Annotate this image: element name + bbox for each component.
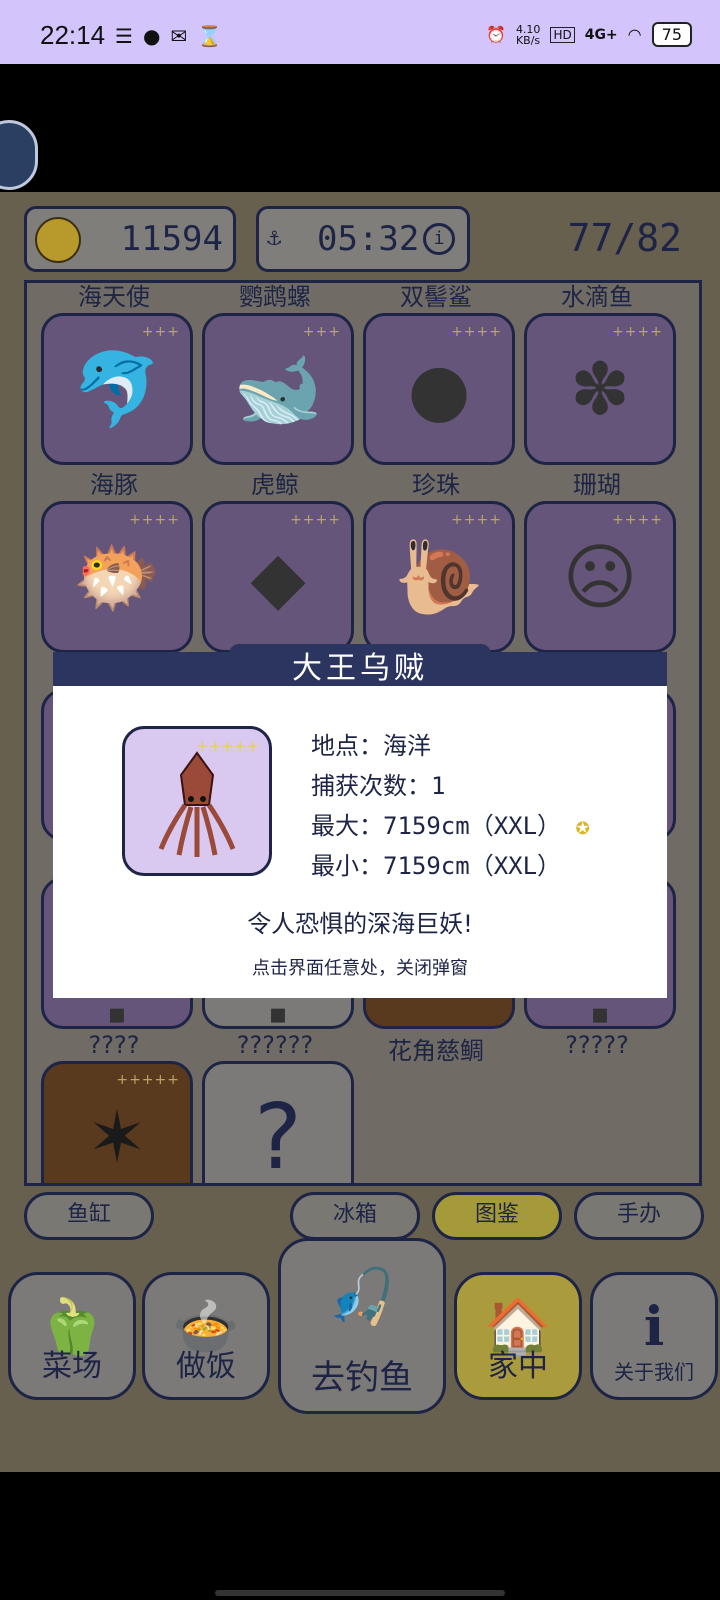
fish-skeleton-icon: ✶ bbox=[86, 1095, 148, 1179]
tile-label: ???? bbox=[88, 1031, 140, 1059]
fish-portrait: +++++ bbox=[122, 726, 272, 876]
tile-label: ????? bbox=[565, 1031, 629, 1059]
sunfish-icon: 🐡 bbox=[72, 534, 162, 619]
nav-label: 关于我们 bbox=[614, 1360, 694, 1384]
about-icon: ℹ bbox=[643, 1295, 665, 1358]
fish-detail-modal[interactable]: 大王乌贼 +++++ 地点：海洋 捕获次数：1 最大：7159cm（XXL） ✪… bbox=[53, 644, 667, 998]
nav-label: 家中 bbox=[488, 1349, 548, 1384]
tile-label: 鹦鹉螺 bbox=[239, 283, 311, 311]
nav-home-button[interactable]: 🏠 家中 bbox=[454, 1272, 582, 1400]
bottom-black-area bbox=[0, 1472, 720, 1600]
fish-tile-dolphin[interactable]: +++ 🐬 bbox=[41, 313, 193, 465]
fish-tile-seaslug[interactable]: ++++ 🐌 bbox=[363, 501, 515, 653]
fish-tile-ray[interactable]: ++++ ◆ bbox=[202, 501, 354, 653]
fish-max-size: 最大：7159cm（XXL） ✪ bbox=[311, 806, 590, 841]
collection-count: 77/82 bbox=[567, 216, 682, 260]
tab-aquarium[interactable]: 鱼缸 bbox=[24, 1192, 154, 1240]
fish-tile-coral[interactable]: ++++ ✽ bbox=[524, 313, 676, 465]
bait-timer: ⚓ 05:32 i bbox=[256, 206, 470, 272]
mail-icon: ✉ bbox=[170, 24, 188, 48]
home-indicator[interactable] bbox=[215, 1590, 505, 1596]
seaslug-icon: 🐌 bbox=[394, 534, 484, 619]
fish-tile-unknown[interactable]: ? bbox=[202, 1061, 354, 1186]
giant-squid-icon bbox=[158, 751, 236, 857]
nav-label: 做饭 bbox=[176, 1349, 236, 1384]
status-bar: 22:14 ☰ ● ✉ ⌛ ⏰ 4.10 KB/s HD 4G+ ◠ 75 bbox=[0, 0, 720, 64]
tile-label: ?????? bbox=[236, 1031, 314, 1059]
timer-value: 05:32 bbox=[317, 219, 420, 259]
fish-description: 令人恐惧的深海巨妖! bbox=[247, 910, 473, 938]
tile-label: 花角慈鲷 bbox=[388, 1037, 484, 1065]
coin-counter: 11594 bbox=[24, 206, 236, 272]
dolphin-icon: 🐬 bbox=[72, 346, 162, 431]
bait-icon: ⚓ bbox=[267, 223, 282, 251]
nav-label: 菜场 bbox=[42, 1349, 102, 1384]
status-right: ⏰ 4.10 KB/s HD 4G+ ◠ 75 bbox=[486, 22, 692, 47]
coin-stack-icon bbox=[35, 217, 81, 263]
info-icon[interactable]: i bbox=[423, 223, 455, 255]
tile-label: 水滴鱼 bbox=[561, 283, 633, 311]
tab-fridge[interactable]: 冰箱 bbox=[290, 1192, 420, 1240]
nav-about-button[interactable]: ℹ 关于我们 bbox=[590, 1272, 718, 1400]
ray-icon: ◆ bbox=[250, 535, 306, 619]
signal-label: 4G+ bbox=[584, 26, 618, 43]
fish-max-size-text: 最大：7159cm（XXL） bbox=[311, 812, 562, 840]
tile-label: 虎鲸 bbox=[251, 471, 299, 499]
tile-label: 海天使 bbox=[78, 283, 150, 311]
top-black-area bbox=[0, 64, 720, 192]
hourglass-icon: ⌛ bbox=[197, 24, 223, 48]
coral-icon: ✽ bbox=[569, 347, 631, 431]
net-speed: 4.10 KB/s bbox=[515, 22, 541, 47]
fish-location: 地点：海洋 bbox=[311, 732, 431, 760]
notification-icons: ☰ ● ✉ ⌛ bbox=[115, 24, 222, 48]
wifi-icon: ◠ bbox=[627, 25, 642, 44]
nav-fishing-button[interactable]: 🎣 去钓鱼 bbox=[278, 1238, 446, 1414]
fish-tile-pearl[interactable]: ++++ ● bbox=[363, 313, 515, 465]
fish-tile-blobfish[interactable]: ++++ ☹ bbox=[524, 501, 676, 653]
orca-icon: 🐋 bbox=[233, 346, 323, 431]
fish-tile-orca[interactable]: +++ 🐋 bbox=[202, 313, 354, 465]
blobfish-icon: ☹ bbox=[562, 535, 638, 619]
pearl-icon: ● bbox=[407, 347, 471, 431]
nav-label: 去钓鱼 bbox=[311, 1358, 413, 1398]
fish-catch-count: 捕获次数：1 bbox=[311, 772, 446, 800]
tab-figures[interactable]: 手办 bbox=[574, 1192, 704, 1240]
chat-icon: ● bbox=[142, 24, 161, 48]
fish-tile-sunfish[interactable]: ++++ 🐡 bbox=[41, 501, 193, 653]
close-hint: 点击界面任意处，关闭弹窗 bbox=[252, 958, 468, 979]
fish-min-size: 最小：7159cm（XXL） bbox=[311, 852, 562, 880]
battery-indicator: 75 bbox=[651, 22, 692, 47]
alarm-icon: ⏰ bbox=[486, 25, 506, 44]
tile-label: 海豚 bbox=[90, 471, 138, 499]
nav-cook-button[interactable]: 🍲 做饭 bbox=[142, 1272, 270, 1400]
fish-tile-skeleton[interactable]: +++++ ✶ bbox=[41, 1061, 193, 1183]
tab-encyclopedia[interactable]: 图鉴 bbox=[432, 1192, 562, 1240]
modal-body: +++++ 地点：海洋 捕获次数：1 最大：7159cm（XXL） ✪ 最小：7… bbox=[53, 686, 667, 998]
status-time: 22:14 bbox=[40, 20, 106, 50]
question-mark: ? bbox=[254, 1084, 302, 1186]
tile-label: 珍珠 bbox=[412, 471, 460, 499]
tile-label: 双髻鲨 bbox=[400, 283, 472, 311]
fishhook-icon: 🎣 bbox=[328, 1265, 396, 1328]
nav-farm-button[interactable]: 🫑 菜场 bbox=[8, 1272, 136, 1400]
medal-icon: ✪ bbox=[575, 812, 590, 840]
coin-value: 11594 bbox=[120, 219, 223, 259]
tile-label: 珊瑚 bbox=[573, 471, 621, 499]
hd-badge: HD bbox=[550, 26, 575, 43]
database-icon: ☰ bbox=[115, 24, 133, 48]
